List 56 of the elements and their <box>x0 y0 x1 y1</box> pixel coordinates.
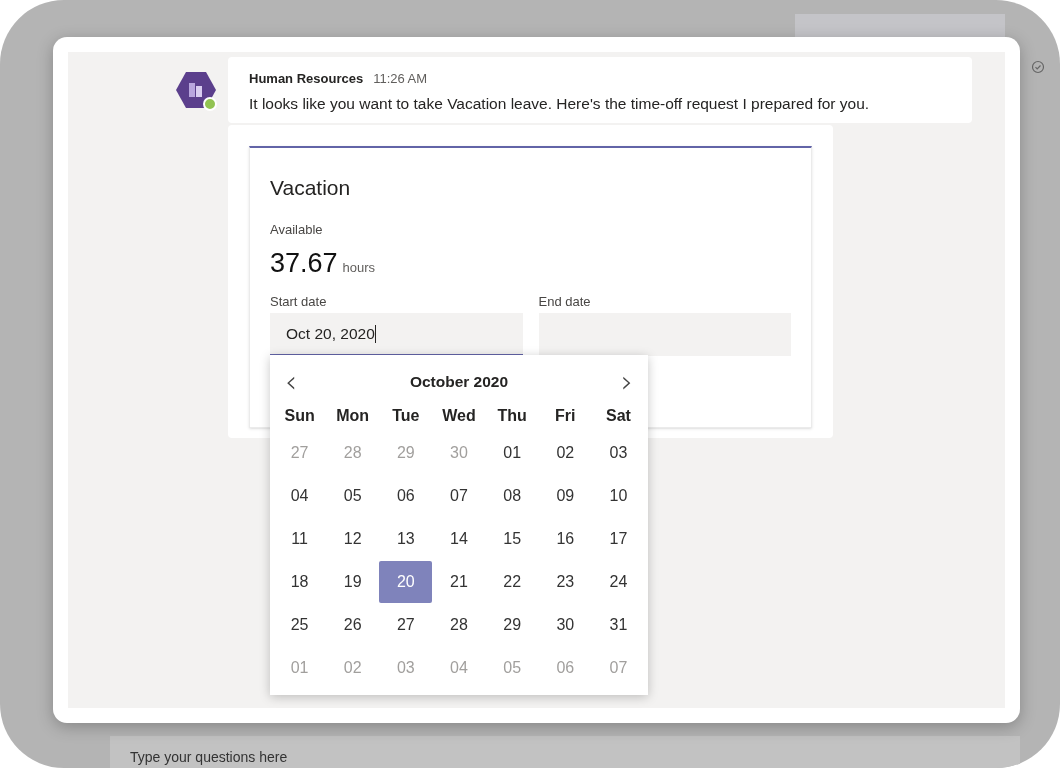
start-date-field[interactable]: Oct 20, 2020 <box>270 313 523 356</box>
calendar-day[interactable]: 02 <box>538 431 592 474</box>
calendar-day[interactable]: 20 <box>379 560 433 603</box>
calendar-day[interactable]: 15 <box>485 517 539 560</box>
end-date-field[interactable] <box>538 313 791 356</box>
previous-month-button[interactable]: ‹ <box>285 367 297 397</box>
card-title: Vacation <box>270 175 352 201</box>
calendar-day[interactable]: 01 <box>485 431 539 474</box>
weekday-header: Wed <box>441 406 477 426</box>
calendar-day[interactable]: 07 <box>432 474 486 517</box>
calendar-day[interactable]: 17 <box>591 517 645 560</box>
calendar-day[interactable]: 06 <box>379 474 433 517</box>
calendar-day[interactable]: 11 <box>273 517 327 560</box>
calendar-day[interactable]: 13 <box>379 517 433 560</box>
compose-field[interactable]: Type your questions here <box>110 736 1020 768</box>
sender-name: Human Resources <box>249 70 364 88</box>
month-title: October 2020 <box>409 372 509 393</box>
calendar-day[interactable]: 03 <box>591 431 645 474</box>
bot-avatar-icon <box>174 70 220 114</box>
weekday-header: Fri <box>554 406 577 426</box>
calendar-day[interactable]: 19 <box>326 560 380 603</box>
start-date-label: Start date <box>270 292 328 311</box>
calendar-day[interactable]: 28 <box>432 603 486 646</box>
calendar-day[interactable]: 29 <box>485 603 539 646</box>
calendar-day[interactable]: 14 <box>432 517 486 560</box>
weekday-header: Tue <box>391 406 421 426</box>
calendar-day[interactable]: 04 <box>273 474 327 517</box>
check-circle-icon <box>1031 60 1045 74</box>
weekday-header: Sat <box>604 406 632 426</box>
calendar-day[interactable]: 22 <box>485 560 539 603</box>
calendar-day[interactable]: 21 <box>432 560 486 603</box>
calendar-day[interactable]: 25 <box>273 603 327 646</box>
calendar-day[interactable]: 08 <box>485 474 539 517</box>
calendar-day[interactable]: 09 <box>538 474 592 517</box>
calendar-day[interactable]: 24 <box>591 560 645 603</box>
next-month-button[interactable]: › <box>621 367 633 397</box>
end-date-label: End date <box>538 292 592 311</box>
calendar-day[interactable]: 10 <box>591 474 645 517</box>
calendar-day[interactable]: 12 <box>326 517 380 560</box>
available-label: Available <box>270 220 324 239</box>
calendar-day[interactable]: 27 <box>379 603 433 646</box>
calendar-day[interactable]: 26 <box>326 603 380 646</box>
calendar-day[interactable]: 31 <box>591 603 645 646</box>
message-text: It looks like you want to take Vacation leave. Here's the time-off request I prepared for you. <box>249 93 871 114</box>
calendar-day[interactable]: 05 <box>326 474 380 517</box>
compose-placeholder: Type your questions here <box>130 748 288 767</box>
calendar-day[interactable]: 23 <box>538 560 592 603</box>
weekday-header: Mon <box>335 406 371 426</box>
calendar-day[interactable]: 30 <box>538 603 592 646</box>
message-time: 11:26 AM <box>373 70 428 88</box>
available-hours: 37.67 <box>270 247 338 280</box>
calendar-day[interactable]: 18 <box>273 560 327 603</box>
weekday-header: Thu <box>496 406 528 426</box>
weekday-header: Sun <box>283 406 316 426</box>
calendar-day[interactable]: 16 <box>538 517 592 560</box>
hours-unit: hours <box>342 259 376 277</box>
